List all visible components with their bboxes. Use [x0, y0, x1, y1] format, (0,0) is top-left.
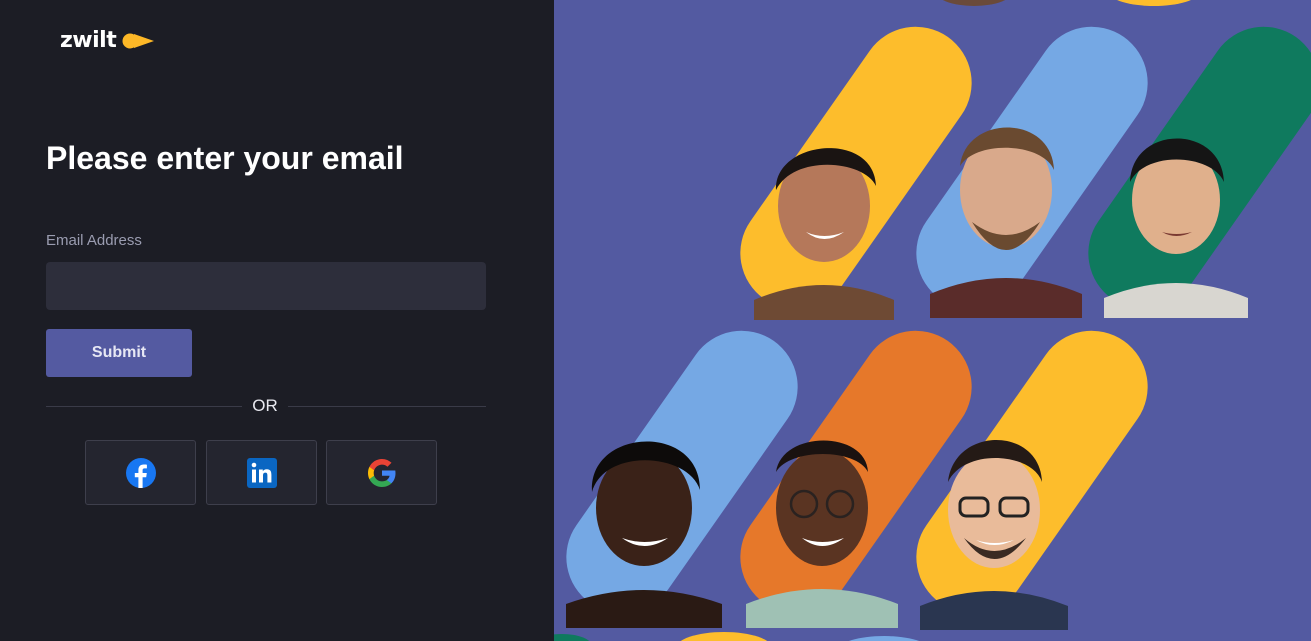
- email-field[interactable]: [46, 262, 486, 310]
- pill-bottom-partial-3: [554, 634, 590, 641]
- google-icon: [367, 458, 395, 487]
- login-panel: zwilt Please enter your email Email Addr…: [0, 0, 554, 641]
- google-login-button[interactable]: [326, 440, 437, 505]
- pill-top-partial-2: [1117, 0, 1191, 6]
- logo-text: zwilt: [60, 28, 117, 53]
- team-photo-collage: [554, 0, 1311, 641]
- hero-illustration-panel: [554, 0, 1311, 641]
- page-title: Please enter your email: [46, 140, 404, 176]
- pill-bottom-partial-2: [848, 636, 920, 641]
- facebook-icon: [125, 457, 156, 488]
- linkedin-icon: [246, 457, 277, 488]
- divider-right: [288, 406, 486, 407]
- divider-left: [46, 406, 242, 407]
- pill-top-partial-1: [942, 0, 1006, 6]
- facebook-login-button[interactable]: [85, 440, 196, 505]
- pill-bottom-partial-1: [680, 632, 768, 641]
- submit-button[interactable]: Submit: [46, 329, 192, 377]
- zwilt-logo[interactable]: zwilt: [60, 28, 156, 53]
- linkedin-login-button[interactable]: [206, 440, 317, 505]
- arrow-dot-logo-icon: [122, 33, 155, 48]
- or-divider-text: OR: [252, 396, 278, 415]
- email-label: Email Address: [46, 232, 142, 249]
